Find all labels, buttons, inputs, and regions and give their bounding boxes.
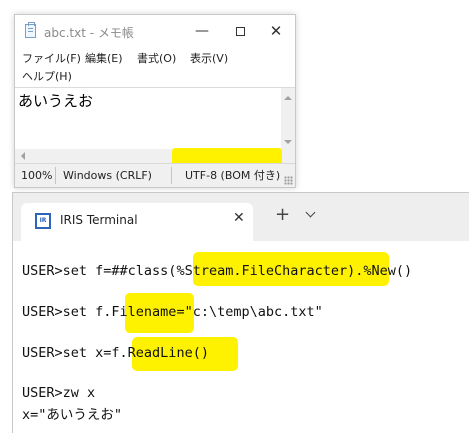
- terminal-line-2: USER>set f.Filename="c:\temp\abc.txt": [22, 304, 323, 320]
- menu-bar: ファイル(F) 編集(E) 書式(O) 表示(V) ヘルプ(H): [15, 47, 295, 85]
- command-text: ).%New(): [347, 263, 413, 279]
- highlighted-text: %Stream.FileCharacter: [176, 263, 348, 279]
- tab-close-button[interactable]: ✕: [233, 210, 245, 226]
- status-divider: [171, 167, 172, 184]
- vertical-scrollbar[interactable]: [281, 88, 295, 150]
- terminal-line-3: USER>set x=f.ReadLine(): [22, 345, 209, 361]
- command-text: USER>set f.: [22, 304, 112, 320]
- command-text: USER>set x=f.: [22, 345, 128, 361]
- status-divider: [55, 167, 56, 184]
- notepad-window: abc.txt - メモ帳 — ✕ ファイル(F) 編集(E) 書式(O) 表示…: [14, 14, 296, 188]
- scroll-left-icon[interactable]: [21, 152, 25, 160]
- scrollbar-corner: [281, 149, 295, 163]
- highlighted-text: Filename: [111, 304, 177, 320]
- terminal-output[interactable]: USER>set f=##class(%Stream.FileCharacter…: [13, 241, 469, 434]
- status-encoding: UTF-8 (BOM 付き): [185, 169, 281, 182]
- command-text: USER>set f=##class(: [22, 263, 177, 279]
- close-button[interactable]: ✕: [257, 15, 295, 47]
- status-line-ending: Windows (CRLF): [63, 169, 152, 182]
- chevron-down-icon[interactable]: [305, 207, 316, 218]
- scroll-up-icon[interactable]: [284, 96, 292, 100]
- iris-logo-icon: IR: [35, 213, 51, 229]
- scroll-down-icon[interactable]: [284, 140, 292, 144]
- tab-title: IRIS Terminal: [60, 213, 138, 227]
- menu-help[interactable]: ヘルプ(H): [22, 68, 72, 84]
- menu-view[interactable]: 表示(V): [190, 50, 228, 66]
- resize-grip-icon[interactable]: [284, 176, 293, 185]
- tab-iris-terminal[interactable]: IR IRIS Terminal ✕: [21, 203, 253, 241]
- terminal-line-4: USER>zw x: [22, 385, 96, 401]
- terminal-line-1: USER>set f=##class(%Stream.FileCharacter…: [22, 263, 412, 279]
- maximize-button[interactable]: [221, 15, 259, 47]
- minimize-button[interactable]: —: [183, 15, 221, 47]
- status-bar: 100% Windows (CRLF) UTF-8 (BOM 付き): [15, 163, 295, 187]
- status-zoom: 100%: [21, 169, 53, 182]
- highlighted-text: ReadLine(): [127, 345, 209, 361]
- menu-format[interactable]: 書式(O): [137, 50, 176, 66]
- document-text[interactable]: あいうえお: [18, 90, 93, 111]
- terminal-window: IR IRIS Terminal ✕ + USER>set f=##class(…: [12, 192, 469, 433]
- notepad-icon: [25, 22, 36, 38]
- maximize-icon: [235, 26, 245, 36]
- terminal-line-5: x="あいうえお": [22, 407, 123, 423]
- command-text: ="c:\temp\abc.txt": [176, 304, 323, 320]
- menu-file[interactable]: ファイル(F): [22, 50, 81, 66]
- notepad-title-bar[interactable]: abc.txt - メモ帳 — ✕: [15, 15, 295, 47]
- menu-edit[interactable]: 編集(E): [85, 50, 123, 66]
- window-title: abc.txt - メモ帳: [44, 26, 134, 40]
- new-tab-button[interactable]: +: [275, 204, 290, 225]
- tab-bar: IR IRIS Terminal ✕ +: [13, 193, 469, 241]
